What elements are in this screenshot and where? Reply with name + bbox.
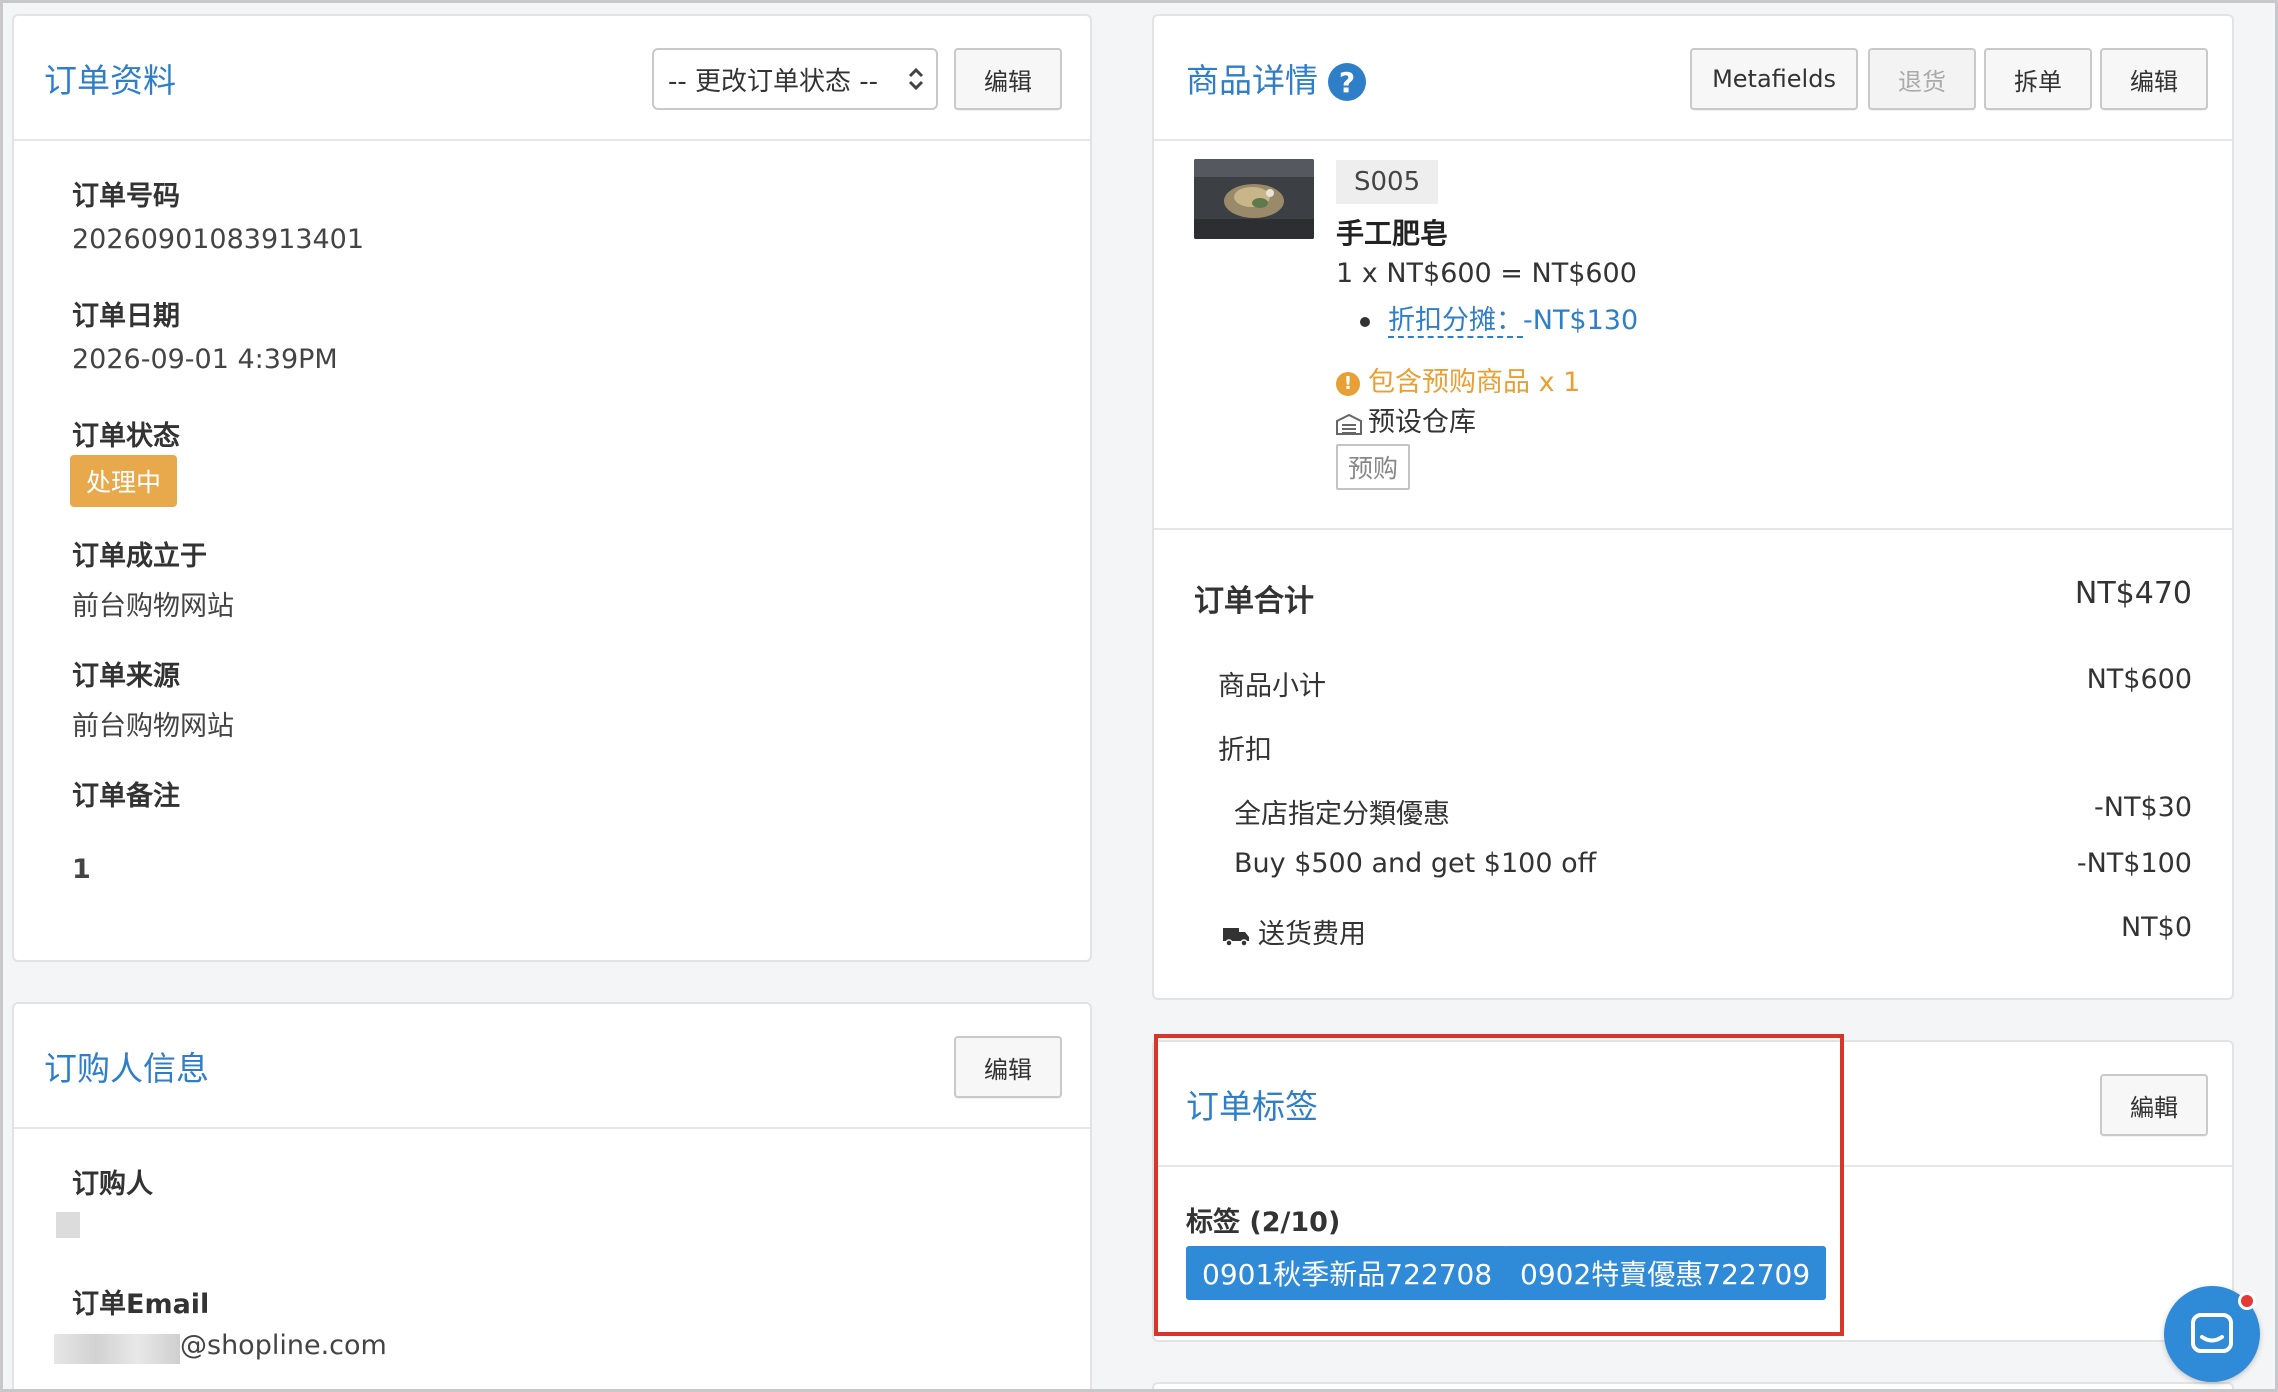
warehouse-icon bbox=[1336, 413, 1362, 435]
chat-support-button[interactable] bbox=[2164, 1286, 2260, 1382]
order-info-edit-button[interactable]: 编辑 bbox=[954, 48, 1062, 110]
discount-row-label: 全店指定分類優惠 bbox=[1234, 799, 1450, 830]
order-tags-edit-button[interactable]: 編輯 bbox=[2100, 1074, 2208, 1136]
product-price-line: 1 x NT$600 = NT$600 bbox=[1336, 258, 1637, 289]
help-icon[interactable]: ? bbox=[1328, 63, 1366, 101]
metafields-button[interactable]: Metafields bbox=[1690, 48, 1858, 110]
subtotal-value: NT$600 bbox=[2086, 664, 2192, 695]
buyer-info-header: 订购人信息 编辑 bbox=[14, 1004, 1090, 1129]
shipping-value: NT$0 bbox=[2120, 912, 2192, 943]
discount-header-label: 折扣 bbox=[1218, 735, 1272, 766]
product-details-card: 商品详情? Metafields 退货 拆单 编辑 S005 手工肥皂 1 x … bbox=[1152, 14, 2234, 1000]
discount-row: Buy $500 and get $100 off -NT$100 bbox=[1154, 848, 2232, 888]
order-total-value: NT$470 bbox=[2074, 576, 2192, 611]
order-date-label: 订单日期 bbox=[72, 301, 180, 332]
return-button[interactable]: 退货 bbox=[1868, 48, 1976, 110]
preorder-notice: ! 包含预购商品 x 1 bbox=[1336, 360, 1580, 399]
shipping-row: 送货费用 NT$0 bbox=[1154, 912, 2232, 952]
discount-row-label: Buy $500 and get $100 off bbox=[1234, 848, 1597, 879]
product-details-title: 商品详情 bbox=[1186, 60, 1318, 100]
split-order-button[interactable]: 拆单 bbox=[1984, 48, 2092, 110]
warehouse-line: 预设仓库 bbox=[1336, 400, 1476, 439]
subtotal-row: 商品小计 NT$600 bbox=[1154, 664, 2232, 704]
buyer-label: 订购人 bbox=[72, 1169, 153, 1200]
next-card-peek bbox=[1152, 1382, 2234, 1392]
warning-circle-icon: ! bbox=[1336, 371, 1360, 396]
chat-bubble-icon bbox=[2191, 1313, 2233, 1353]
select-arrows-icon bbox=[908, 67, 924, 91]
order-note-value: 1 bbox=[72, 854, 91, 885]
soap-image-icon bbox=[1194, 159, 1314, 239]
order-source-value: 前台购物网站 bbox=[72, 711, 234, 742]
discount-allocation-value: -NT$130 bbox=[1523, 305, 1639, 336]
order-status-label: 订单状态 bbox=[72, 421, 180, 452]
buyer-info-title: 订购人信息 bbox=[44, 1048, 209, 1088]
warehouse-name: 预设仓库 bbox=[1368, 407, 1476, 438]
shipping-label-wrap: 送货费用 bbox=[1222, 912, 1366, 951]
order-number-label: 订单号码 bbox=[72, 181, 180, 212]
order-note-label: 订单备注 bbox=[72, 781, 180, 812]
truck-icon bbox=[1223, 927, 1249, 947]
discount-row-value: -NT$30 bbox=[2094, 792, 2192, 823]
notification-dot bbox=[2238, 1292, 2256, 1310]
product-details-title-wrap: 商品详情? bbox=[1186, 54, 1366, 102]
product-discount-line: 折扣分摊：-NT$130 bbox=[1360, 298, 1639, 338]
product-edit-button[interactable]: 编辑 bbox=[2100, 48, 2208, 110]
created-at-value: 前台购物网站 bbox=[72, 591, 234, 622]
order-total-row: 订单合计 NT$470 bbox=[1154, 576, 2232, 619]
order-total-label: 订单合计 bbox=[1194, 584, 1314, 619]
order-status-select[interactable]: -- 更改订单状态 -- bbox=[652, 48, 938, 110]
product-details-header: 商品详情? Metafields 退货 拆单 编辑 bbox=[1154, 16, 2232, 141]
order-date-value: 2026-09-01 4:39PM bbox=[72, 344, 338, 375]
order-status-badge: 处理中 bbox=[70, 455, 178, 507]
order-source-label: 订单来源 bbox=[72, 661, 180, 692]
discount-allocation-label[interactable]: 折扣分摊： bbox=[1388, 305, 1523, 338]
discount-header-row: 折扣 bbox=[1154, 728, 2232, 768]
preorder-tag: 预购 bbox=[1336, 444, 1411, 490]
order-email-label: 订单Email bbox=[72, 1289, 210, 1320]
product-sku: S005 bbox=[1336, 160, 1439, 204]
buyer-name-redacted bbox=[56, 1212, 80, 1238]
subtotal-label: 商品小计 bbox=[1218, 671, 1326, 702]
order-info-title: 订单资料 bbox=[44, 60, 176, 100]
order-status-select-label: -- 更改订单状态 -- bbox=[668, 66, 879, 97]
product-summary-divider bbox=[1154, 528, 2232, 530]
buyer-info-card: 订购人信息 编辑 订购人 订单Email @shopline.com bbox=[12, 1002, 1092, 1392]
order-number-value: 20260901083913401 bbox=[72, 224, 365, 255]
discount-row-value: -NT$100 bbox=[2076, 848, 2192, 879]
product-name[interactable]: 手工肥皂 bbox=[1336, 212, 1448, 252]
order-info-card: 订单资料 -- 更改订单状态 -- 编辑 订单号码 20260901083913… bbox=[12, 14, 1092, 962]
preorder-notice-text: 包含预购商品 x 1 bbox=[1368, 367, 1581, 398]
discount-row: 全店指定分類優惠 -NT$30 bbox=[1154, 792, 2232, 832]
order-info-header: 订单资料 -- 更改订单状态 -- 编辑 bbox=[14, 16, 1090, 141]
order-tags-highlight bbox=[1154, 1034, 1844, 1336]
buyer-info-edit-button[interactable]: 编辑 bbox=[954, 1036, 1062, 1098]
shipping-label: 送货费用 bbox=[1258, 919, 1366, 950]
order-email-domain: @shopline.com bbox=[180, 1330, 387, 1361]
email-user-redacted bbox=[54, 1334, 180, 1364]
created-at-label: 订单成立于 bbox=[72, 541, 207, 572]
product-thumbnail-image[interactable] bbox=[1194, 159, 1314, 239]
bullet-dot bbox=[1360, 316, 1370, 327]
